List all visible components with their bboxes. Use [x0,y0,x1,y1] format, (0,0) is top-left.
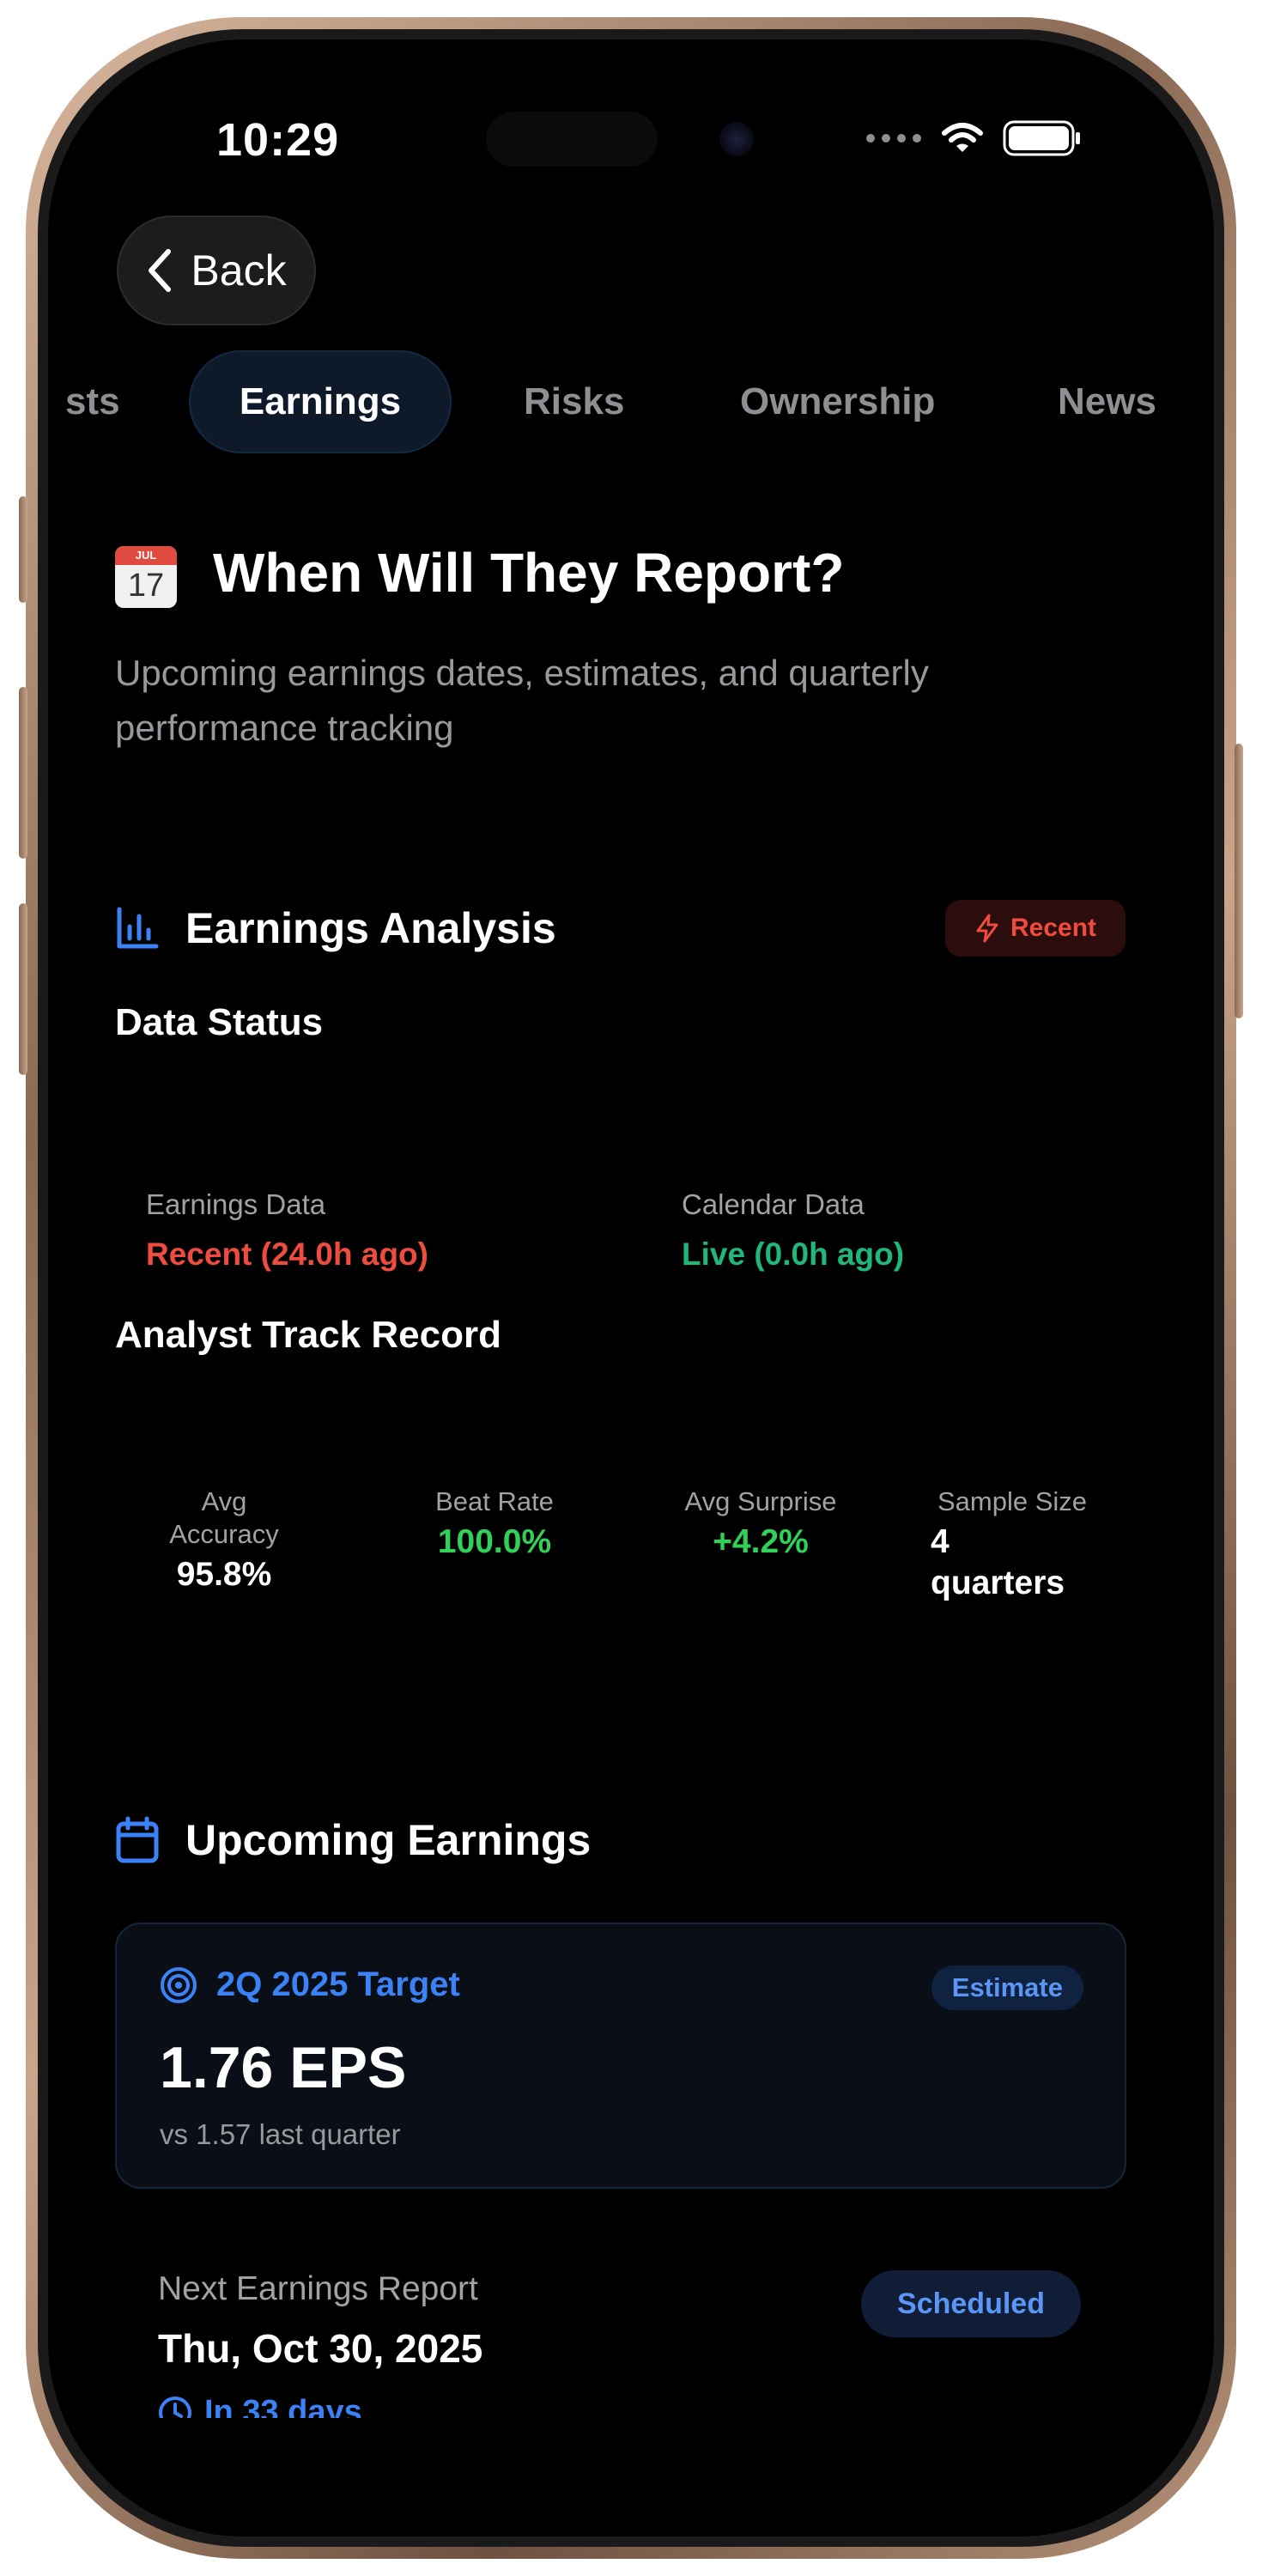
status-icons [865,120,1082,156]
stat-sample-size: Sample Size 4 quarters [931,1485,1119,1604]
upcoming-earnings-title: Upcoming Earnings [185,1816,592,1864]
stat-avg-surprise: Avg Surprise +4.2% [649,1485,872,1563]
calendar-icon-day: 17 [127,568,165,604]
earnings-data-value: Recent (24.0h ago) [146,1236,428,1272]
signal-dots-icon [866,134,921,143]
stat-label: Sample Size [937,1486,1088,1516]
calendar-data-label: Calendar Data [682,1188,865,1220]
volume-down-button [19,903,27,1075]
tab-risks[interactable]: Risks [524,350,624,453]
next-report-date: Thu, Oct 30, 2025 [158,2326,483,2371]
back-label: Back [191,246,287,295]
next-report-label: Next Earnings Report [158,2270,478,2307]
battery-icon [1003,120,1080,156]
status-time: 10:29 [216,114,340,166]
estimate-badge: Estimate [931,1965,1083,2010]
stat-avg-accuracy: Avg Accuracy 95.8% [163,1485,285,1595]
calendar-icon-month: JUL [115,546,177,565]
power-button [1235,744,1243,1018]
earnings-analysis-title: Earnings Analysis [185,904,556,952]
dynamic-island [486,112,658,167]
scroll-clip [48,2418,1214,2537]
wifi-icon [942,123,983,152]
stat-value: 4 quarters [931,1523,1065,1601]
page-title: When Will They Report? [213,542,845,604]
stat-label: Beat Rate [435,1486,554,1516]
volume-up-button [19,687,27,859]
target-title-text: 2Q 2025 Target [216,1965,460,2003]
tab-earnings[interactable]: Earnings [189,350,452,453]
tab-analysts[interactable]: sts [65,350,120,453]
page-subtitle: Upcoming earnings dates, estimates, and … [115,653,929,748]
chevron-left-icon [149,249,172,292]
stat-value: 95.8% [176,1556,272,1593]
target-icon [161,1966,197,2003]
back-button[interactable]: Back [117,216,316,325]
stat-value: 100.0% [437,1523,552,1560]
recent-badge-label: Recent [1010,914,1097,942]
stat-beat-rate: Beat Rate 100.0% [391,1485,598,1563]
calendar-outline-icon [116,1816,159,1863]
stat-value: +4.2% [713,1523,809,1560]
earnings-data-label: Earnings Data [146,1188,326,1220]
tab-news[interactable]: News [1058,350,1156,453]
recent-badge: Recent [945,900,1125,957]
stat-label: Avg Accuracy [169,1486,279,1549]
calendar-icon: JUL 17 [115,546,177,608]
target-eps-value: 1.76 EPS [160,2035,407,2100]
tab-ownership[interactable]: Ownership [740,350,935,453]
earnings-analysis-heading: Earnings Analysis [115,903,556,953]
track-record-heading: Analyst Track Record [115,1314,501,1356]
bar-chart-icon [117,907,159,949]
action-button [19,496,27,603]
stat-label: Avg Surprise [684,1486,837,1516]
target-title: 2Q 2025 Target [160,1965,460,2004]
camera-icon [719,122,754,156]
section-tabs: sts Earnings Risks Ownership News [48,350,1214,453]
app-screen: 10:29 Back sts Earnings Risks Ownership … [48,39,1214,2537]
scheduled-badge: Scheduled [861,2270,1081,2337]
bolt-icon [976,914,998,943]
eps-target-card[interactable]: 2Q 2025 Target Estimate 1.76 EPS vs 1.57… [115,1923,1126,2189]
data-status-heading: Data Status [115,1001,324,1043]
target-comparison: vs 1.57 last quarter [160,2118,401,2150]
upcoming-earnings-heading: Upcoming Earnings [115,1815,591,1865]
calendar-data-value: Live (0.0h ago) [682,1236,905,1272]
